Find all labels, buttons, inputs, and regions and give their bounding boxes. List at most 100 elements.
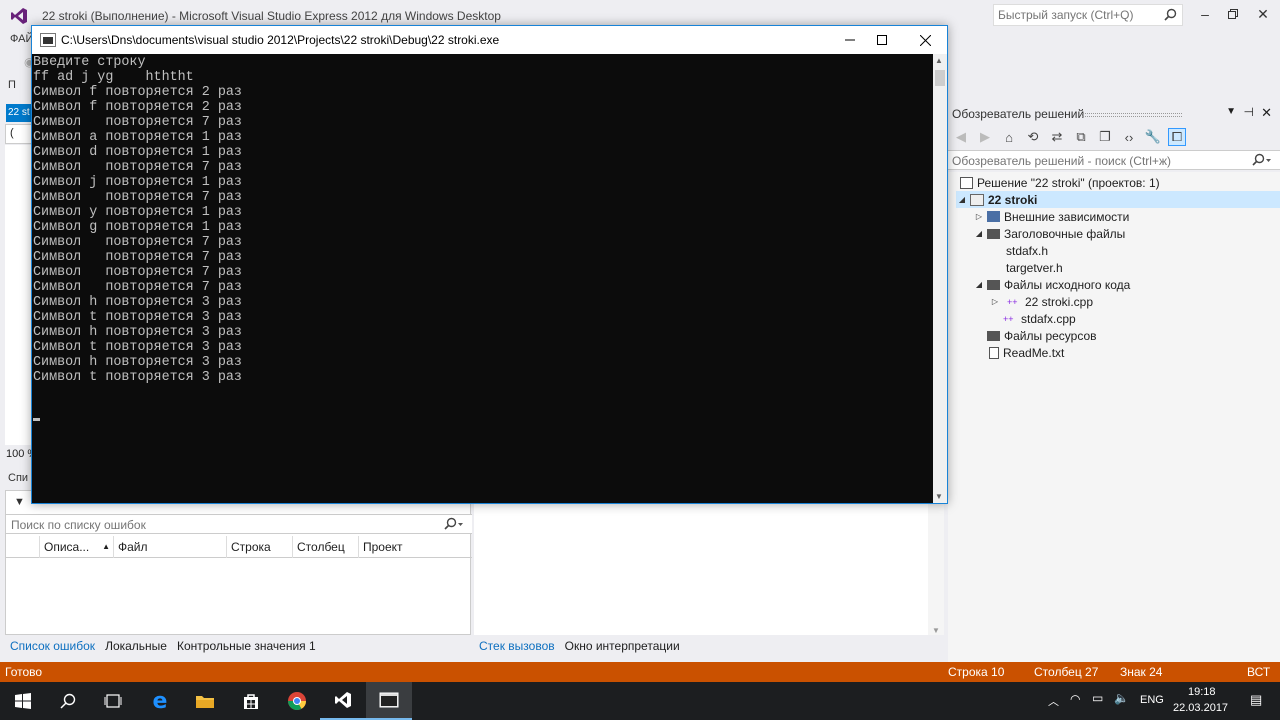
- tab-locals[interactable]: Локальные: [100, 636, 172, 656]
- scroll-thumb[interactable]: [935, 70, 945, 86]
- edge-button[interactable]: e: [137, 682, 183, 720]
- expanded-arrow-icon[interactable]: ◢: [973, 280, 985, 289]
- visual-studio-button[interactable]: [320, 682, 366, 720]
- search-icon[interactable]: [1252, 153, 1272, 167]
- clock-time[interactable]: 19:18: [1188, 686, 1216, 698]
- tab-call-stack[interactable]: Стек вызовов: [474, 636, 560, 656]
- solution-search-input[interactable]: [952, 153, 1242, 168]
- solution-tree: Решение "22 stroki" (проектов: 1) ◢ 22 s…: [948, 172, 1280, 662]
- tree-item-label: stdafx.cpp: [1021, 311, 1076, 326]
- collapsed-arrow-icon[interactable]: ▷: [989, 297, 1001, 306]
- sync-icon[interactable]: ⇄: [1048, 129, 1066, 145]
- solution-search-box[interactable]: [948, 150, 1280, 170]
- document-tab[interactable]: 22 st: [6, 104, 32, 122]
- start-button[interactable]: [0, 682, 46, 720]
- battery-icon[interactable]: ▭: [1092, 691, 1103, 705]
- column-description[interactable]: Описа... ▲: [40, 536, 114, 558]
- chrome-icon: [288, 692, 306, 711]
- column-column[interactable]: Столбец: [293, 536, 359, 558]
- scroll-down-arrow-icon[interactable]: ▼: [935, 492, 943, 501]
- console-titlebar[interactable]: C:\Users\Dns\documents\visual studio 201…: [32, 26, 947, 54]
- tree-item-label: Заголовочные файлы: [1004, 226, 1126, 241]
- pin-icon[interactable]: ⊣: [1244, 105, 1254, 119]
- console-close-button[interactable]: [903, 26, 947, 54]
- network-icon[interactable]: ◠: [1070, 692, 1080, 706]
- clock-date[interactable]: 22.03.2017: [1173, 702, 1228, 714]
- column-line[interactable]: Строка: [227, 536, 293, 558]
- expanded-arrow-icon[interactable]: ◢: [973, 229, 985, 238]
- tab-immediate-window[interactable]: Окно интерпретации: [560, 636, 685, 656]
- column-file[interactable]: Файл: [114, 536, 227, 558]
- tree-item-solution[interactable]: Решение "22 stroki" (проектов: 1): [958, 174, 1160, 191]
- show-all-files-icon[interactable]: ❐: [1096, 129, 1114, 145]
- status-column: Столбец 27: [1034, 665, 1099, 679]
- language-indicator[interactable]: ENG: [1140, 694, 1164, 706]
- store-button[interactable]: [228, 682, 274, 720]
- tree-item-targetver-h[interactable]: targetver.h: [1006, 259, 1063, 276]
- error-search-input[interactable]: [11, 517, 431, 532]
- volume-icon[interactable]: 🔈: [1114, 691, 1129, 705]
- file-explorer-button[interactable]: [182, 682, 228, 720]
- tab-watch-1[interactable]: Контрольные значения 1: [172, 636, 321, 656]
- console-output-area[interactable]: Введите строку ff ad j yg hththt Символ f …: [32, 54, 933, 503]
- show-hidden-icons-icon[interactable]: ︿: [1048, 693, 1059, 709]
- tab-error-list[interactable]: Список ошибок: [5, 636, 100, 656]
- panel-menu-icon[interactable]: ▼: [1226, 106, 1236, 117]
- forward-icon[interactable]: ▶: [976, 129, 994, 145]
- console-line: Символ повторяется 7 раз: [33, 190, 242, 205]
- call-stack-panel: [474, 490, 944, 635]
- tree-item-readme[interactable]: ReadMe.txt: [985, 344, 1064, 361]
- history-icon[interactable]: ⟲: [1024, 129, 1042, 145]
- tree-item-project[interactable]: ◢ 22 stroki: [956, 191, 1280, 208]
- tree-item-stdafx-h[interactable]: stdafx.h: [1006, 242, 1048, 259]
- collapsed-arrow-icon[interactable]: ▷: [973, 212, 985, 221]
- console-scrollbar[interactable]: ▲ ▼: [933, 54, 947, 503]
- scroll-down-arrow-icon[interactable]: ▼: [932, 626, 940, 635]
- tree-item-header-files[interactable]: ◢ Заголовочные файлы: [973, 225, 1125, 242]
- navigation-dropdown[interactable]: (: [5, 124, 33, 144]
- vs-restore-button[interactable]: [1218, 4, 1248, 24]
- notifications-icon[interactable]: ▤: [1250, 692, 1262, 708]
- scroll-up-arrow-icon[interactable]: ▲: [935, 56, 943, 65]
- console-maximize-button[interactable]: [860, 26, 904, 54]
- search-icon[interactable]: [444, 517, 464, 531]
- tree-item-source-files[interactable]: ◢ Файлы исходного кода: [973, 276, 1130, 293]
- call-stack-scrollbar[interactable]: ▼: [928, 490, 944, 635]
- console-line: Введите строку: [33, 55, 146, 70]
- tree-item-external-deps[interactable]: ▷ Внешние зависимости: [973, 208, 1129, 225]
- vs-minimize-button[interactable]: –: [1190, 4, 1220, 24]
- menu-file[interactable]: ФАЙ: [10, 33, 33, 45]
- expanded-arrow-icon[interactable]: ◢: [956, 195, 968, 204]
- preview-icon[interactable]: ⧠: [1168, 128, 1186, 146]
- console-line: Символ повторяется 7 раз: [33, 265, 242, 280]
- collapse-all-icon[interactable]: ⧉: [1072, 129, 1090, 145]
- home-icon[interactable]: ⌂: [1000, 130, 1018, 145]
- close-icon[interactable]: ✕: [1261, 105, 1272, 121]
- back-icon[interactable]: ◀: [952, 129, 970, 145]
- console-window: C:\Users\Dns\documents\visual studio 201…: [31, 25, 948, 504]
- tree-item-stdafx-cpp[interactable]: ++ stdafx.cpp: [1001, 310, 1076, 327]
- tree-item-resource-files[interactable]: Файлы ресурсов: [985, 327, 1097, 344]
- chrome-button[interactable]: [274, 682, 320, 720]
- task-view-button[interactable]: [90, 682, 136, 720]
- filter-icon[interactable]: ▼: [14, 496, 25, 508]
- quick-launch-box[interactable]: [993, 4, 1183, 26]
- console-line: Символ повторяется 7 раз: [33, 115, 242, 130]
- quick-launch-input[interactable]: [998, 7, 1158, 23]
- search-button[interactable]: [45, 682, 91, 720]
- status-line: Строка 10: [948, 665, 1005, 679]
- column-project[interactable]: Проект: [359, 536, 472, 558]
- bottom-tabs-right: Стек вызовов Окно интерпретации: [474, 636, 685, 656]
- console-app-icon: [379, 692, 399, 708]
- column-icon[interactable]: [6, 536, 40, 558]
- console-app-button[interactable]: [366, 682, 412, 720]
- code-editor[interactable]: [5, 145, 33, 445]
- console-line: Символ h повторяется 3 раз: [33, 355, 242, 370]
- error-search-box[interactable]: [6, 514, 472, 534]
- status-char: Знак 24: [1120, 665, 1163, 679]
- tree-item-22-stroki-cpp[interactable]: ▷ ++ 22 stroki.cpp: [989, 293, 1093, 310]
- vs-close-button[interactable]: ✕: [1248, 4, 1278, 24]
- properties-icon[interactable]: 🔧: [1144, 129, 1162, 145]
- view-code-icon[interactable]: ‹›: [1120, 130, 1138, 145]
- error-list-title: Спи: [8, 472, 29, 484]
